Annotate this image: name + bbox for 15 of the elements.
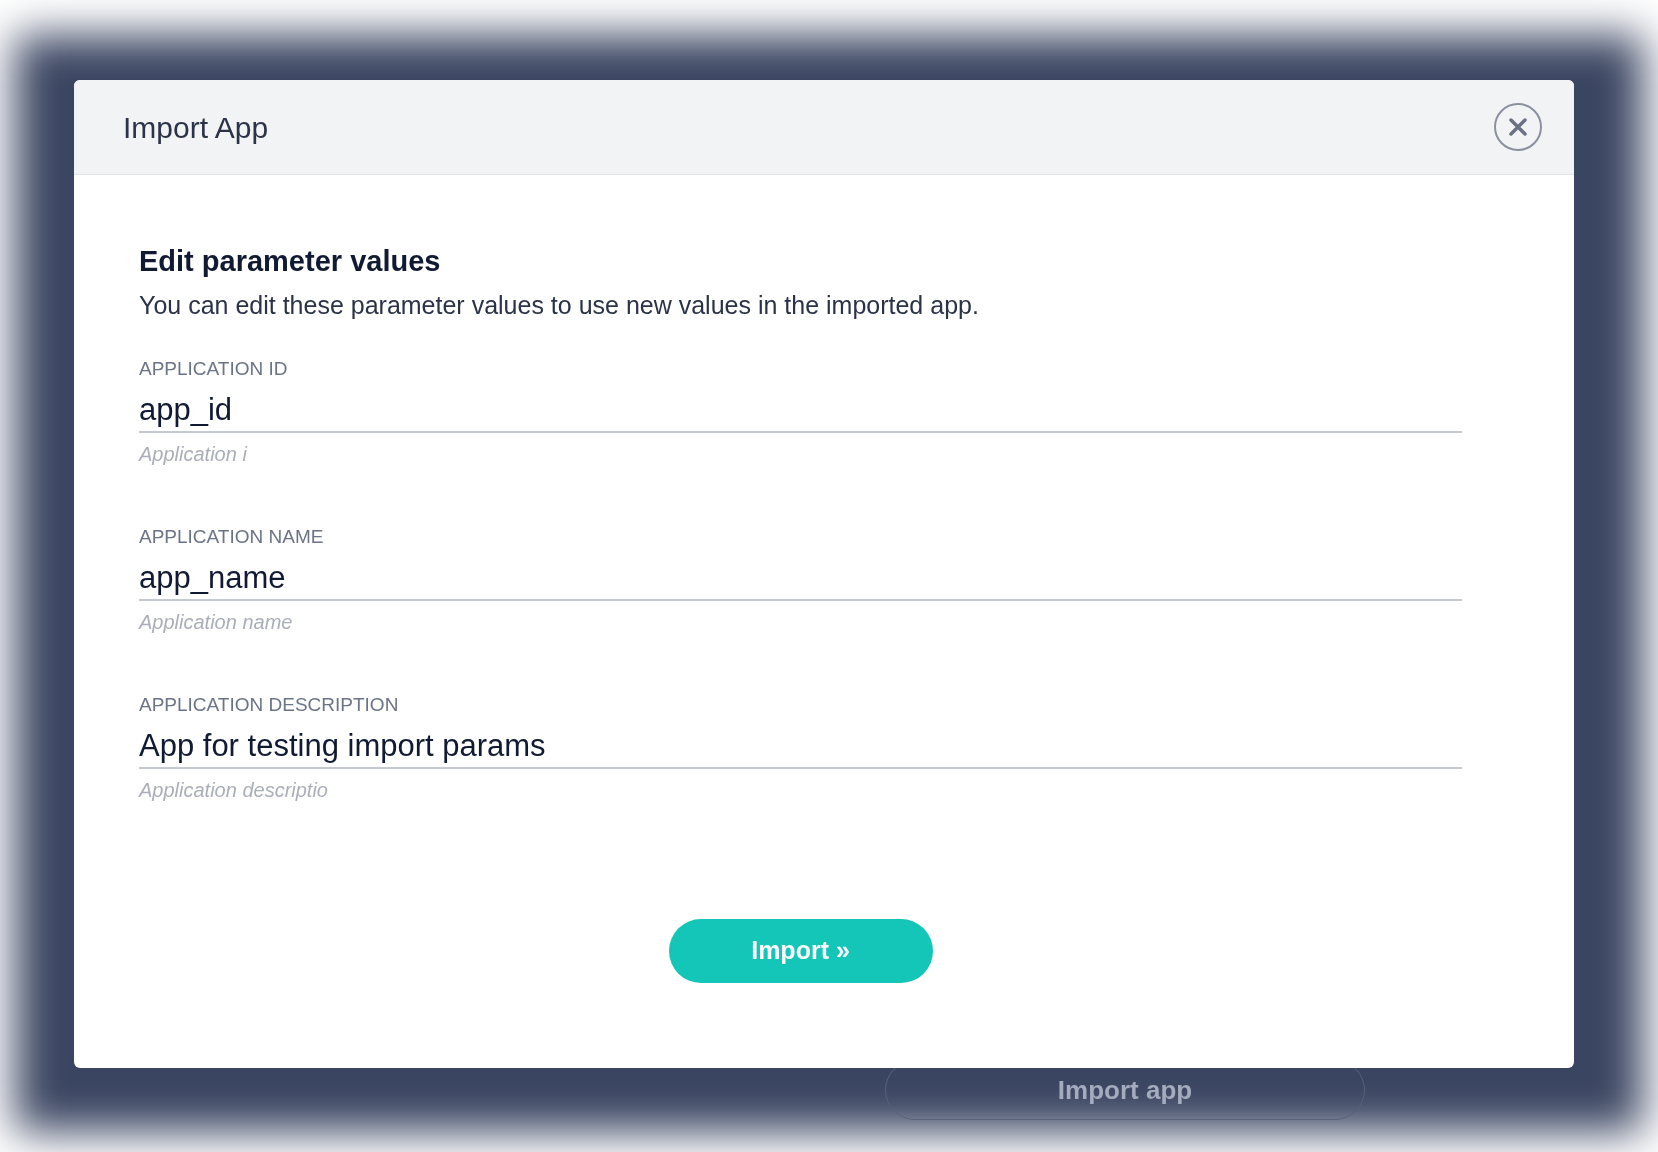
input-field[interactable]: App for testing import params [139, 725, 1462, 769]
input-field[interactable]: app_name [139, 557, 1462, 601]
field-label: APPLICATION DESCRIPTION [139, 693, 400, 717]
close-button[interactable] [1494, 103, 1542, 151]
field-label: APPLICATION ID [139, 357, 289, 381]
section-description: You can edit these parameter values to use new values in the imported app. [139, 290, 980, 321]
field-hint: Application name [139, 610, 293, 635]
field-label: APPLICATION NAME [139, 525, 325, 549]
input-field[interactable]: app_id [139, 389, 1462, 433]
section-heading: Edit parameter values [139, 244, 442, 279]
close-icon [1508, 117, 1528, 137]
dialog-title: Import App [123, 109, 269, 146]
import-app-button[interactable]: Import app [1057, 1070, 1193, 1110]
field-hint: Application i [139, 442, 247, 467]
field-hint: Application descriptio [139, 778, 328, 803]
